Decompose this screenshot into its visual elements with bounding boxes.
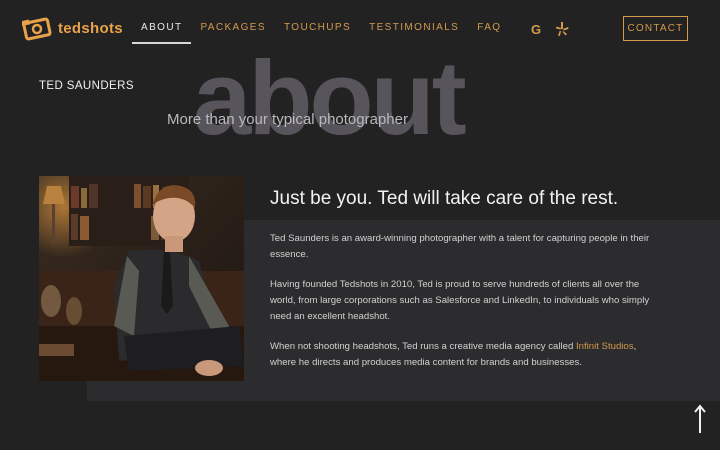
person-name: TED SAUNDERS	[39, 80, 134, 92]
about-watermark-heading: about	[193, 40, 467, 157]
nav-item-faq[interactable]: FAQ	[468, 22, 510, 44]
arrow-up-icon[interactable]	[692, 404, 708, 434]
camera-logo-icon	[22, 17, 52, 41]
tagline: More than your typical photographer	[167, 111, 408, 128]
contact-button[interactable]: CONTACT	[623, 16, 688, 41]
logo-text: tedshots	[58, 19, 123, 37]
bio-paragraph-1: Ted Saunders is an award-winning photogr…	[270, 233, 650, 260]
bio-paragraph-3-start: When not shooting headshots, Ted runs a …	[270, 341, 576, 352]
portrait-photo	[39, 176, 244, 381]
google-icon[interactable]: G	[531, 22, 541, 37]
nav-item-about[interactable]: ABOUT	[132, 22, 192, 44]
bio-paragraph-3: When not shooting headshots, Ted runs a …	[270, 339, 662, 371]
bio-heading: Just be you. Ted will take care of the r…	[270, 188, 619, 209]
bio-paragraph-2: Having founded Tedshots in 2010, Ted is …	[270, 279, 650, 322]
infinit-studios-link[interactable]: Infinit Studios	[576, 341, 634, 352]
logo[interactable]: tedshots	[22, 15, 123, 41]
yelp-icon[interactable]	[555, 21, 569, 37]
